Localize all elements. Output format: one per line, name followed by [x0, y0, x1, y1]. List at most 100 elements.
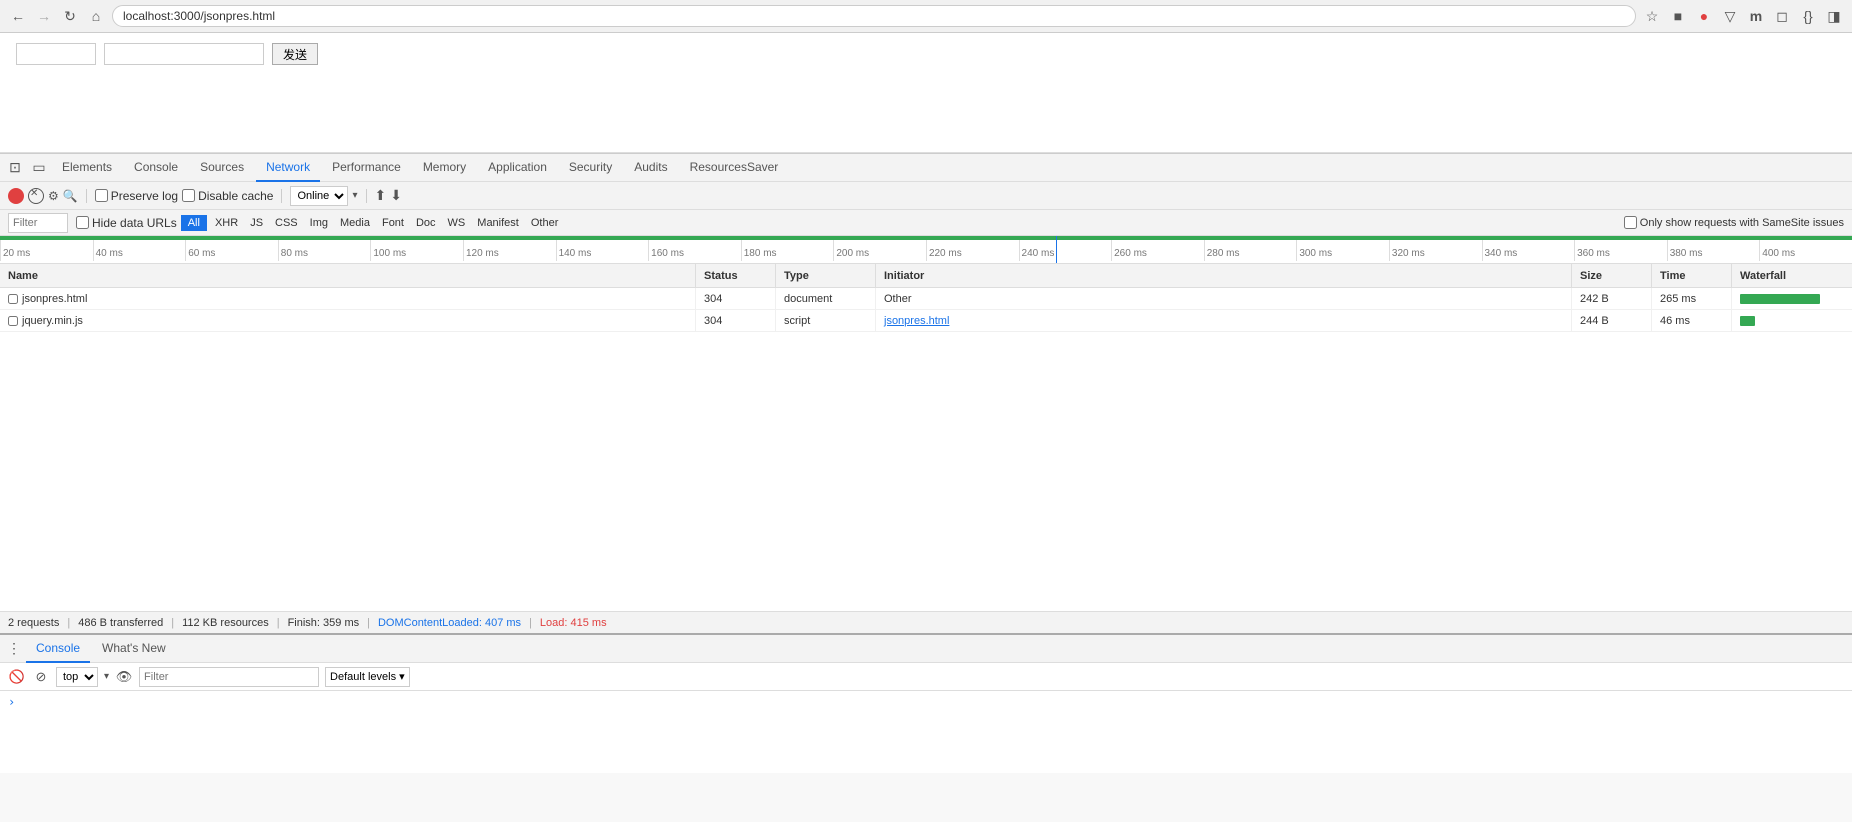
console-eye-button[interactable]: 👁: [115, 668, 133, 686]
inspect-icon[interactable]: ⊡: [4, 157, 26, 179]
record-button[interactable]: [8, 188, 24, 204]
console-clear-button[interactable]: 🚫: [8, 668, 26, 686]
reload-button[interactable]: ↻: [60, 6, 80, 26]
tab-performance[interactable]: Performance: [322, 154, 411, 182]
console-menu-button[interactable]: ⋮: [4, 639, 24, 659]
table-row[interactable]: jquery.min.js 304 script jsonpres.html 2…: [0, 310, 1852, 332]
page-input-1[interactable]: [16, 43, 96, 65]
column-size[interactable]: Size: [1572, 264, 1652, 287]
column-name[interactable]: Name: [0, 264, 696, 287]
home-button[interactable]: ⌂: [86, 6, 106, 26]
tab-resourcessaver[interactable]: ResourcesSaver: [680, 154, 789, 182]
extension-icon1[interactable]: ■: [1668, 6, 1688, 26]
row2-status: 304: [696, 310, 776, 331]
network-toolbar: ✕ ⚙ 🔍 Preserve log Disable cache Online …: [0, 182, 1852, 210]
tab-network[interactable]: Network: [256, 154, 320, 182]
filter-type-doc[interactable]: Doc: [412, 216, 440, 230]
filter-type-css[interactable]: CSS: [271, 216, 302, 230]
finish-time: Finish: 359 ms: [288, 617, 360, 629]
filter-row: Hide data URLs All XHR JS CSS Img Media …: [0, 210, 1852, 236]
filter-icon[interactable]: ⚙: [48, 189, 59, 203]
timeline-progress-bar: [0, 236, 1852, 240]
timeline-ruler: 20 ms40 ms60 ms80 ms100 ms120 ms140 ms16…: [0, 236, 1852, 264]
tab-sources[interactable]: Sources: [190, 154, 254, 182]
row2-name: jquery.min.js: [0, 310, 696, 331]
row1-type: document: [776, 288, 876, 309]
extension-icon6[interactable]: {}: [1798, 6, 1818, 26]
send-button[interactable]: 发送: [272, 43, 318, 65]
network-table: Name Status Type Initiator Size Time Wat…: [0, 264, 1852, 611]
console-prompt-arrow: ›: [8, 695, 15, 709]
timeline-cursor: [1056, 236, 1057, 263]
tab-elements[interactable]: Elements: [52, 154, 122, 182]
page-content: 发送: [0, 33, 1852, 153]
tab-console[interactable]: Console: [124, 154, 188, 182]
separator-2: [281, 189, 282, 203]
tab-memory[interactable]: Memory: [413, 154, 476, 182]
back-button[interactable]: ←: [8, 6, 28, 26]
preserve-log-checkbox[interactable]: Preserve log: [95, 189, 178, 203]
filter-type-js[interactable]: JS: [246, 216, 267, 230]
column-status[interactable]: Status: [696, 264, 776, 287]
bookmark-icon[interactable]: ☆: [1642, 6, 1662, 26]
preserve-log-input[interactable]: [95, 189, 108, 202]
device-icon[interactable]: ▭: [28, 157, 50, 179]
row1-waterfall: [1732, 288, 1852, 309]
filter-type-all[interactable]: All: [181, 215, 207, 231]
filter-type-xhr[interactable]: XHR: [211, 216, 242, 230]
ruler-marks: 20 ms40 ms60 ms80 ms100 ms120 ms140 ms16…: [0, 236, 1852, 263]
column-time[interactable]: Time: [1652, 264, 1732, 287]
row1-status: 304: [696, 288, 776, 309]
filter-type-media[interactable]: Media: [336, 216, 374, 230]
forward-button[interactable]: →: [34, 6, 54, 26]
table-row[interactable]: jsonpres.html 304 document Other 242 B 2…: [0, 288, 1852, 310]
search-icon[interactable]: 🔍: [63, 189, 78, 203]
disable-cache-input[interactable]: [182, 189, 195, 202]
hide-data-urls-input[interactable]: [76, 216, 89, 229]
filter-type-font[interactable]: Font: [378, 216, 408, 230]
column-waterfall[interactable]: Waterfall: [1732, 264, 1852, 287]
tab-audits[interactable]: Audits: [624, 154, 677, 182]
domcontent-link[interactable]: DOMContentLoaded: 407 ms: [378, 617, 521, 629]
row2-checkbox[interactable]: [8, 316, 18, 326]
address-bar[interactable]: localhost:3000/jsonpres.html: [112, 5, 1636, 27]
console-filter-button[interactable]: ⊘: [32, 668, 50, 686]
export-har-button[interactable]: ⬇: [390, 187, 402, 204]
devtools-tab-bar: ⊡ ▭ Elements Console Sources Network Per…: [0, 154, 1852, 182]
filter-type-other[interactable]: Other: [527, 216, 563, 230]
load-link[interactable]: Load: 415 ms: [540, 617, 607, 629]
only-samesite-input[interactable]: [1624, 216, 1637, 229]
throttle-arrow: ▾: [352, 190, 357, 201]
extension-icon2[interactable]: ●: [1694, 6, 1714, 26]
only-samesite-checkbox[interactable]: Only show requests with SameSite issues: [1624, 216, 1844, 229]
console-tab-whatsnew[interactable]: What's New: [92, 635, 176, 663]
row1-waterfall-bar: [1740, 294, 1820, 304]
extension-icon7[interactable]: ◨: [1824, 6, 1844, 26]
column-initiator[interactable]: Initiator: [876, 264, 1572, 287]
extension-icon5[interactable]: ◻: [1772, 6, 1792, 26]
filter-type-manifest[interactable]: Manifest: [473, 216, 523, 230]
hide-data-urls-checkbox[interactable]: Hide data URLs: [76, 216, 177, 230]
filter-type-img[interactable]: Img: [306, 216, 332, 230]
console-tab-console[interactable]: Console: [26, 635, 90, 663]
filter-input[interactable]: [8, 213, 68, 233]
throttle-select[interactable]: Online: [290, 186, 348, 206]
tab-application[interactable]: Application: [478, 154, 557, 182]
console-filter-input[interactable]: [139, 667, 319, 687]
row2-initiator-link[interactable]: jsonpres.html: [884, 315, 949, 327]
default-levels-button[interactable]: Default levels ▾: [325, 667, 410, 687]
row2-type: script: [776, 310, 876, 331]
context-select[interactable]: top: [56, 667, 98, 687]
extension-icon3[interactable]: ▽: [1720, 6, 1740, 26]
console-content: ›: [0, 691, 1852, 773]
clear-button[interactable]: ✕: [28, 188, 44, 204]
column-type[interactable]: Type: [776, 264, 876, 287]
console-cursor[interactable]: [19, 695, 26, 709]
import-har-button[interactable]: ⬆: [375, 187, 387, 204]
extension-icon4[interactable]: m: [1746, 6, 1766, 26]
row1-checkbox[interactable]: [8, 294, 18, 304]
filter-type-ws[interactable]: WS: [444, 216, 470, 230]
disable-cache-checkbox[interactable]: Disable cache: [182, 189, 273, 203]
page-input-2[interactable]: [104, 43, 264, 65]
tab-security[interactable]: Security: [559, 154, 622, 182]
